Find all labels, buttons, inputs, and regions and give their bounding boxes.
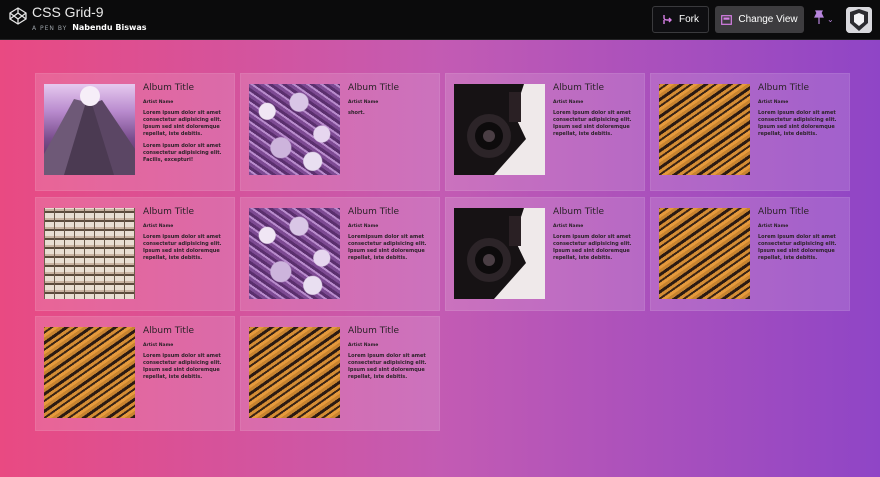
album-title: Album Title — [553, 207, 604, 217]
album-description: Lorem ipsum dolor sit amet consectetur a… — [758, 110, 837, 137]
album-card[interactable]: Album Title Artist Name Lorem ipsum dolo… — [35, 316, 235, 431]
album-card[interactable]: Album Title Artist Name Loremipsum dolor… — [240, 197, 440, 311]
artist-name: Artist Name — [348, 343, 379, 348]
change-view-button[interactable]: Change View — [715, 6, 804, 33]
album-card[interactable]: Album Title Artist Name Lorem ipsum dolo… — [35, 197, 235, 311]
album-title: Album Title — [758, 207, 809, 217]
pen-header: CSS Grid-9 A PEN BY Nabendu Biswas Fork … — [0, 0, 880, 40]
pin-menu[interactable]: ⌄ — [812, 10, 834, 28]
artist-name: Artist Name — [758, 224, 789, 229]
artist-name: Artist Name — [348, 100, 379, 105]
artist-name: Artist Name — [348, 224, 379, 229]
bikes-image — [249, 84, 340, 175]
album-description: Lorem ipsum dolor sit amet consectetur a… — [143, 353, 222, 380]
artist-name: Artist Name — [553, 224, 584, 229]
album-title: Album Title — [553, 83, 604, 93]
album-card[interactable]: Album Title Artist Name Lorem ipsum dolo… — [240, 316, 440, 431]
album-card[interactable]: Album Title Artist Name Lorem ipsum dolo… — [445, 73, 645, 191]
fork-icon — [662, 14, 673, 25]
tiger-stripes-image — [249, 327, 340, 418]
album-card[interactable]: Album Title Artist Name Lorem ipsum dolo… — [650, 73, 850, 191]
album-description: Lorem ipsum dolor sit amet consectetur a… — [348, 353, 427, 380]
artist-name: Artist Name — [143, 224, 174, 229]
album-card[interactable]: Album Title Artist Name Lorem ipsum dolo… — [650, 197, 850, 311]
byline-prefix: A PEN BY — [32, 25, 68, 32]
album-title: Album Title — [143, 207, 194, 217]
fork-label: Fork — [679, 14, 699, 25]
user-avatar[interactable] — [846, 7, 872, 33]
skyscraper-image — [44, 84, 135, 175]
album-title: Album Title — [758, 83, 809, 93]
pen-byline: A PEN BY Nabendu Biswas — [32, 23, 147, 32]
pin-icon — [814, 10, 824, 24]
artist-name: Artist Name — [143, 100, 174, 105]
fork-button[interactable]: Fork — [652, 6, 709, 33]
pen-title-block: CSS Grid-9 A PEN BY Nabendu Biswas — [32, 4, 147, 32]
album-card[interactable]: Album Title Artist Name Lorem ipsum dolo… — [35, 73, 235, 191]
chevron-down-icon: ⌄ — [827, 15, 834, 24]
tiger-stripes-image — [659, 208, 750, 299]
artist-name: Artist Name — [143, 343, 174, 348]
codepen-logo-icon[interactable] — [8, 6, 28, 26]
album-description: Lorem ipsum dolor sit amet consectetur a… — [143, 234, 222, 261]
album-description: short. — [348, 110, 365, 116]
building-image — [44, 208, 135, 299]
camera-image — [454, 84, 545, 175]
album-title: Album Title — [348, 326, 399, 336]
album-description-extra: Lorem ipsum dolor sit amet consectetur a… — [143, 143, 222, 163]
album-description: Lorem ipsum dolor sit amet consectetur a… — [758, 234, 837, 261]
album-description: Lorem ipsum dolor sit amet consectetur a… — [553, 234, 632, 261]
layout-icon — [721, 14, 733, 25]
album-grid: Album Title Artist Name Lorem ipsum dolo… — [35, 73, 850, 433]
pen-title[interactable]: CSS Grid-9 — [32, 4, 147, 20]
album-description: Lorem ipsum dolor sit amet consectetur a… — [553, 110, 632, 137]
author-link[interactable]: Nabendu Biswas — [72, 23, 146, 32]
album-title: Album Title — [348, 83, 399, 93]
album-card[interactable]: Album Title Artist Name short. — [240, 73, 440, 191]
album-description: Loremipsum dolor sit amet consectetur ad… — [348, 234, 427, 261]
tiger-stripes-image — [44, 327, 135, 418]
album-card[interactable]: Album Title Artist Name Lorem ipsum dolo… — [445, 197, 645, 311]
artist-name: Artist Name — [553, 100, 584, 105]
album-description: Lorem ipsum dolor sit amet consectetur a… — [143, 110, 222, 137]
camera-image — [454, 208, 545, 299]
album-title: Album Title — [348, 207, 399, 217]
album-title: Album Title — [143, 83, 194, 93]
tiger-stripes-image — [659, 84, 750, 175]
bikes-image — [249, 208, 340, 299]
artist-name: Artist Name — [758, 100, 789, 105]
change-view-label: Change View — [738, 14, 798, 25]
album-title: Album Title — [143, 326, 194, 336]
